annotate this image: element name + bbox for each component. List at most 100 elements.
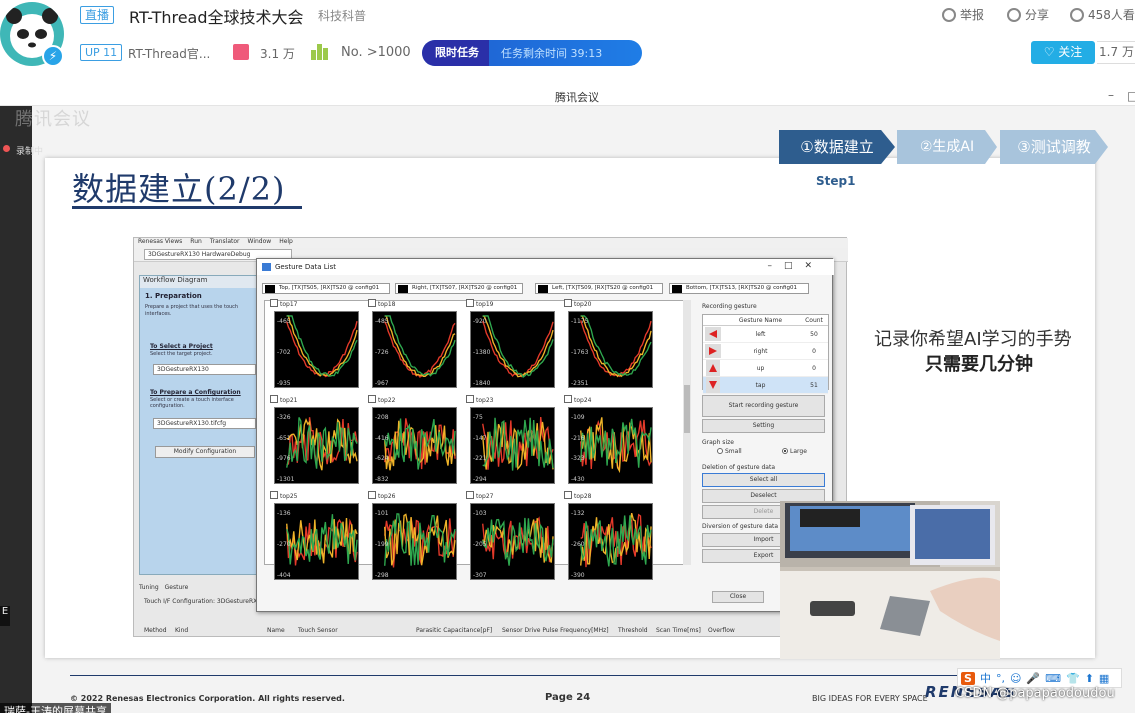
rec-name: tap (755, 381, 766, 389)
gesture-waveform-thumbnail: -465 -702 -935 (274, 311, 359, 388)
waveform-tick-label: -2351 (571, 380, 589, 387)
footer-rule (70, 675, 1095, 676)
waveform-tick-label: -465 (277, 318, 291, 325)
tagline: BIG IDEAS FOR EVERY SPACE (812, 694, 928, 703)
gesture-waveform-thumbnail: -485 -726 -967 (372, 311, 457, 388)
setting-button: Setting (702, 419, 825, 433)
radio-small: Small (717, 448, 742, 455)
live-stream-page: ⚡ 直播 RT-Thread全球技术大会 科技科普 举报 分享 458人看 UP… (0, 0, 1135, 713)
waveform-tick-label: -726 (375, 349, 389, 356)
waveform-tick-label: -270 (277, 541, 291, 548)
follow-button[interactable]: ♡ 关注 (1031, 41, 1095, 64)
gesture-waveform-thumbnail: -75 -147 -221 -294 (470, 407, 555, 484)
up-level-badge: UP 11 (80, 44, 123, 61)
slide-title: 数据建立(2/2) (72, 170, 286, 208)
warning-icon (942, 7, 956, 22)
streamer-name[interactable]: RT-Thread官... (128, 45, 210, 62)
config-bottom: Bottom, [TX]TS13, [RX]TS20 @ config01 (669, 283, 809, 294)
rec-name: left (755, 330, 766, 338)
side-marker: E (0, 606, 10, 626)
step-data-build: ①数据建立 (779, 130, 895, 164)
copyright: © 2022 Renesas Electronics Corporation. … (70, 694, 345, 703)
graph-size-label: Graph size (702, 439, 734, 446)
csdn-watermark: CSDN @papapaodoudou (955, 686, 1115, 701)
waveform-tick-label: -208 (375, 414, 389, 421)
gift-icon (233, 44, 249, 60)
gesture-checkbox-label: top24 (564, 395, 591, 404)
waveform-tick-label: -205 (473, 541, 487, 548)
gesture-waveform-thumbnail: -109 -216 -323 -430 (568, 407, 653, 484)
waveform-tick-label: -390 (571, 572, 585, 579)
waveform-tick-label: -976 (277, 455, 291, 463)
ime-toolbar: S 中 °, ☺ 🎤 ⌨ 👕 ⬆ ▦ (957, 668, 1122, 688)
screen-share-caption: 瑞萨-王涛的屏幕共享 (0, 703, 111, 713)
minimize-icon[interactable]: – (1108, 88, 1114, 102)
gesture-waveform-thumbnail: -1175 -1763 -2351 (568, 311, 653, 388)
maximize-icon[interactable]: □ (1127, 89, 1135, 103)
ime-grid-icon: ▦ (1098, 671, 1110, 685)
waveform-tick-label: -832 (375, 476, 389, 483)
waveform-tick-label: -624 (375, 455, 389, 463)
ime-skin-icon: 👕 (1066, 671, 1080, 685)
col-header: Sensor Drive Pulse Frequency[MHz] (502, 627, 609, 634)
ime-emoji-icon: ☺ (1009, 671, 1022, 685)
gesture-waveform-thumbnail: -208 -416 -624 -832 (372, 407, 457, 484)
recording-row: up 0 (703, 360, 828, 377)
follow-label: 关注 (1058, 45, 1083, 59)
demo-video-image (780, 501, 1000, 659)
gesture-waveform-thumbnail: -136 -270 -404 (274, 503, 359, 580)
gesture-checkbox-label: top27 (466, 491, 493, 500)
gesture-checkbox-label: top23 (466, 395, 493, 404)
prep-desc: Prepare a project that uses the touch (145, 304, 239, 310)
up-arrow-icon (706, 360, 720, 376)
radio-large: Large (782, 448, 807, 455)
task-remaining: 任务剩余时间 39:13 (501, 47, 603, 60)
select-project-head: To Select a Project (150, 343, 213, 350)
waveform-tick-label: -199 (375, 541, 389, 548)
page-number: Page 24 (545, 692, 591, 703)
task-label: 限时任务 (422, 40, 489, 66)
preparation-title: 1. Preparation (145, 292, 202, 300)
dialog-window-controls: –□✕ (767, 261, 824, 271)
ime-mic-icon: 🎤 (1026, 671, 1041, 685)
eye-icon (1070, 7, 1084, 22)
gesture-waveform-thumbnail: -103 -205 -307 (470, 503, 555, 580)
config-left: Left, [TX]TS09, [RX]TS20 @ config01 (535, 283, 663, 294)
report-button[interactable]: 举报 (942, 6, 984, 23)
waveform-tick-label: -75 (473, 414, 483, 421)
share-button[interactable]: 分享 (1007, 6, 1049, 23)
meeting-ghost-logo: 腾讯会议 (15, 109, 91, 130)
col-header: Threshold (618, 627, 648, 634)
meeting-title: 腾讯会议 (555, 91, 599, 104)
title-underline (72, 206, 302, 209)
waveform-tick-label: -430 (571, 476, 585, 483)
gesture-checkbox-label: top28 (564, 491, 591, 500)
gesture-waveform-thumbnail: -101 -199 -298 (372, 503, 457, 580)
gesture-checkbox-label: top17 (270, 299, 297, 308)
waveform-tick-label: -298 (375, 572, 389, 579)
waveform-tick-label: -416 (375, 434, 389, 442)
waveform-tick-label: -109 (571, 414, 585, 421)
left-arrow-icon (705, 327, 721, 341)
rec-count: 51 (810, 381, 818, 389)
lightning-badge-icon: ⚡ (42, 45, 64, 67)
report-label: 举报 (960, 8, 985, 22)
gesture-graph-grid: top17 -465 -702 -935 top18 -485 -726 -967 top19-… (264, 299, 691, 580)
slide-text-line-2: 只需要几分钟 (925, 354, 1033, 375)
diversion-label: Diversion of gesture data (702, 523, 779, 530)
waveform-tick-label: -1763 (571, 349, 589, 356)
radio-selected-icon (782, 448, 788, 454)
category-link[interactable]: 科技科普 (318, 7, 366, 24)
waveform-tick-label: -147 (473, 434, 487, 442)
webcam-inset (780, 501, 1000, 659)
ide-menu-item: Renesas Views (138, 238, 183, 245)
workflow-title: Workflow Diagram (140, 276, 258, 288)
ide-menu-item: Window (247, 238, 272, 245)
gesture-data-dialog: Gesture Data List –□✕ Top, [TX]TS05, [RX… (256, 258, 834, 612)
gesture-checkbox-label: top18 (368, 299, 395, 308)
col-header: Scan Time[ms] (656, 627, 701, 634)
waveform-tick-label: -221 (473, 455, 487, 463)
timed-task-pill[interactable]: 限时任务 任务剩余时间 39:13 (422, 40, 642, 66)
rec-count: 0 (812, 347, 816, 355)
follow-count: 1.7 万 (1097, 41, 1135, 64)
